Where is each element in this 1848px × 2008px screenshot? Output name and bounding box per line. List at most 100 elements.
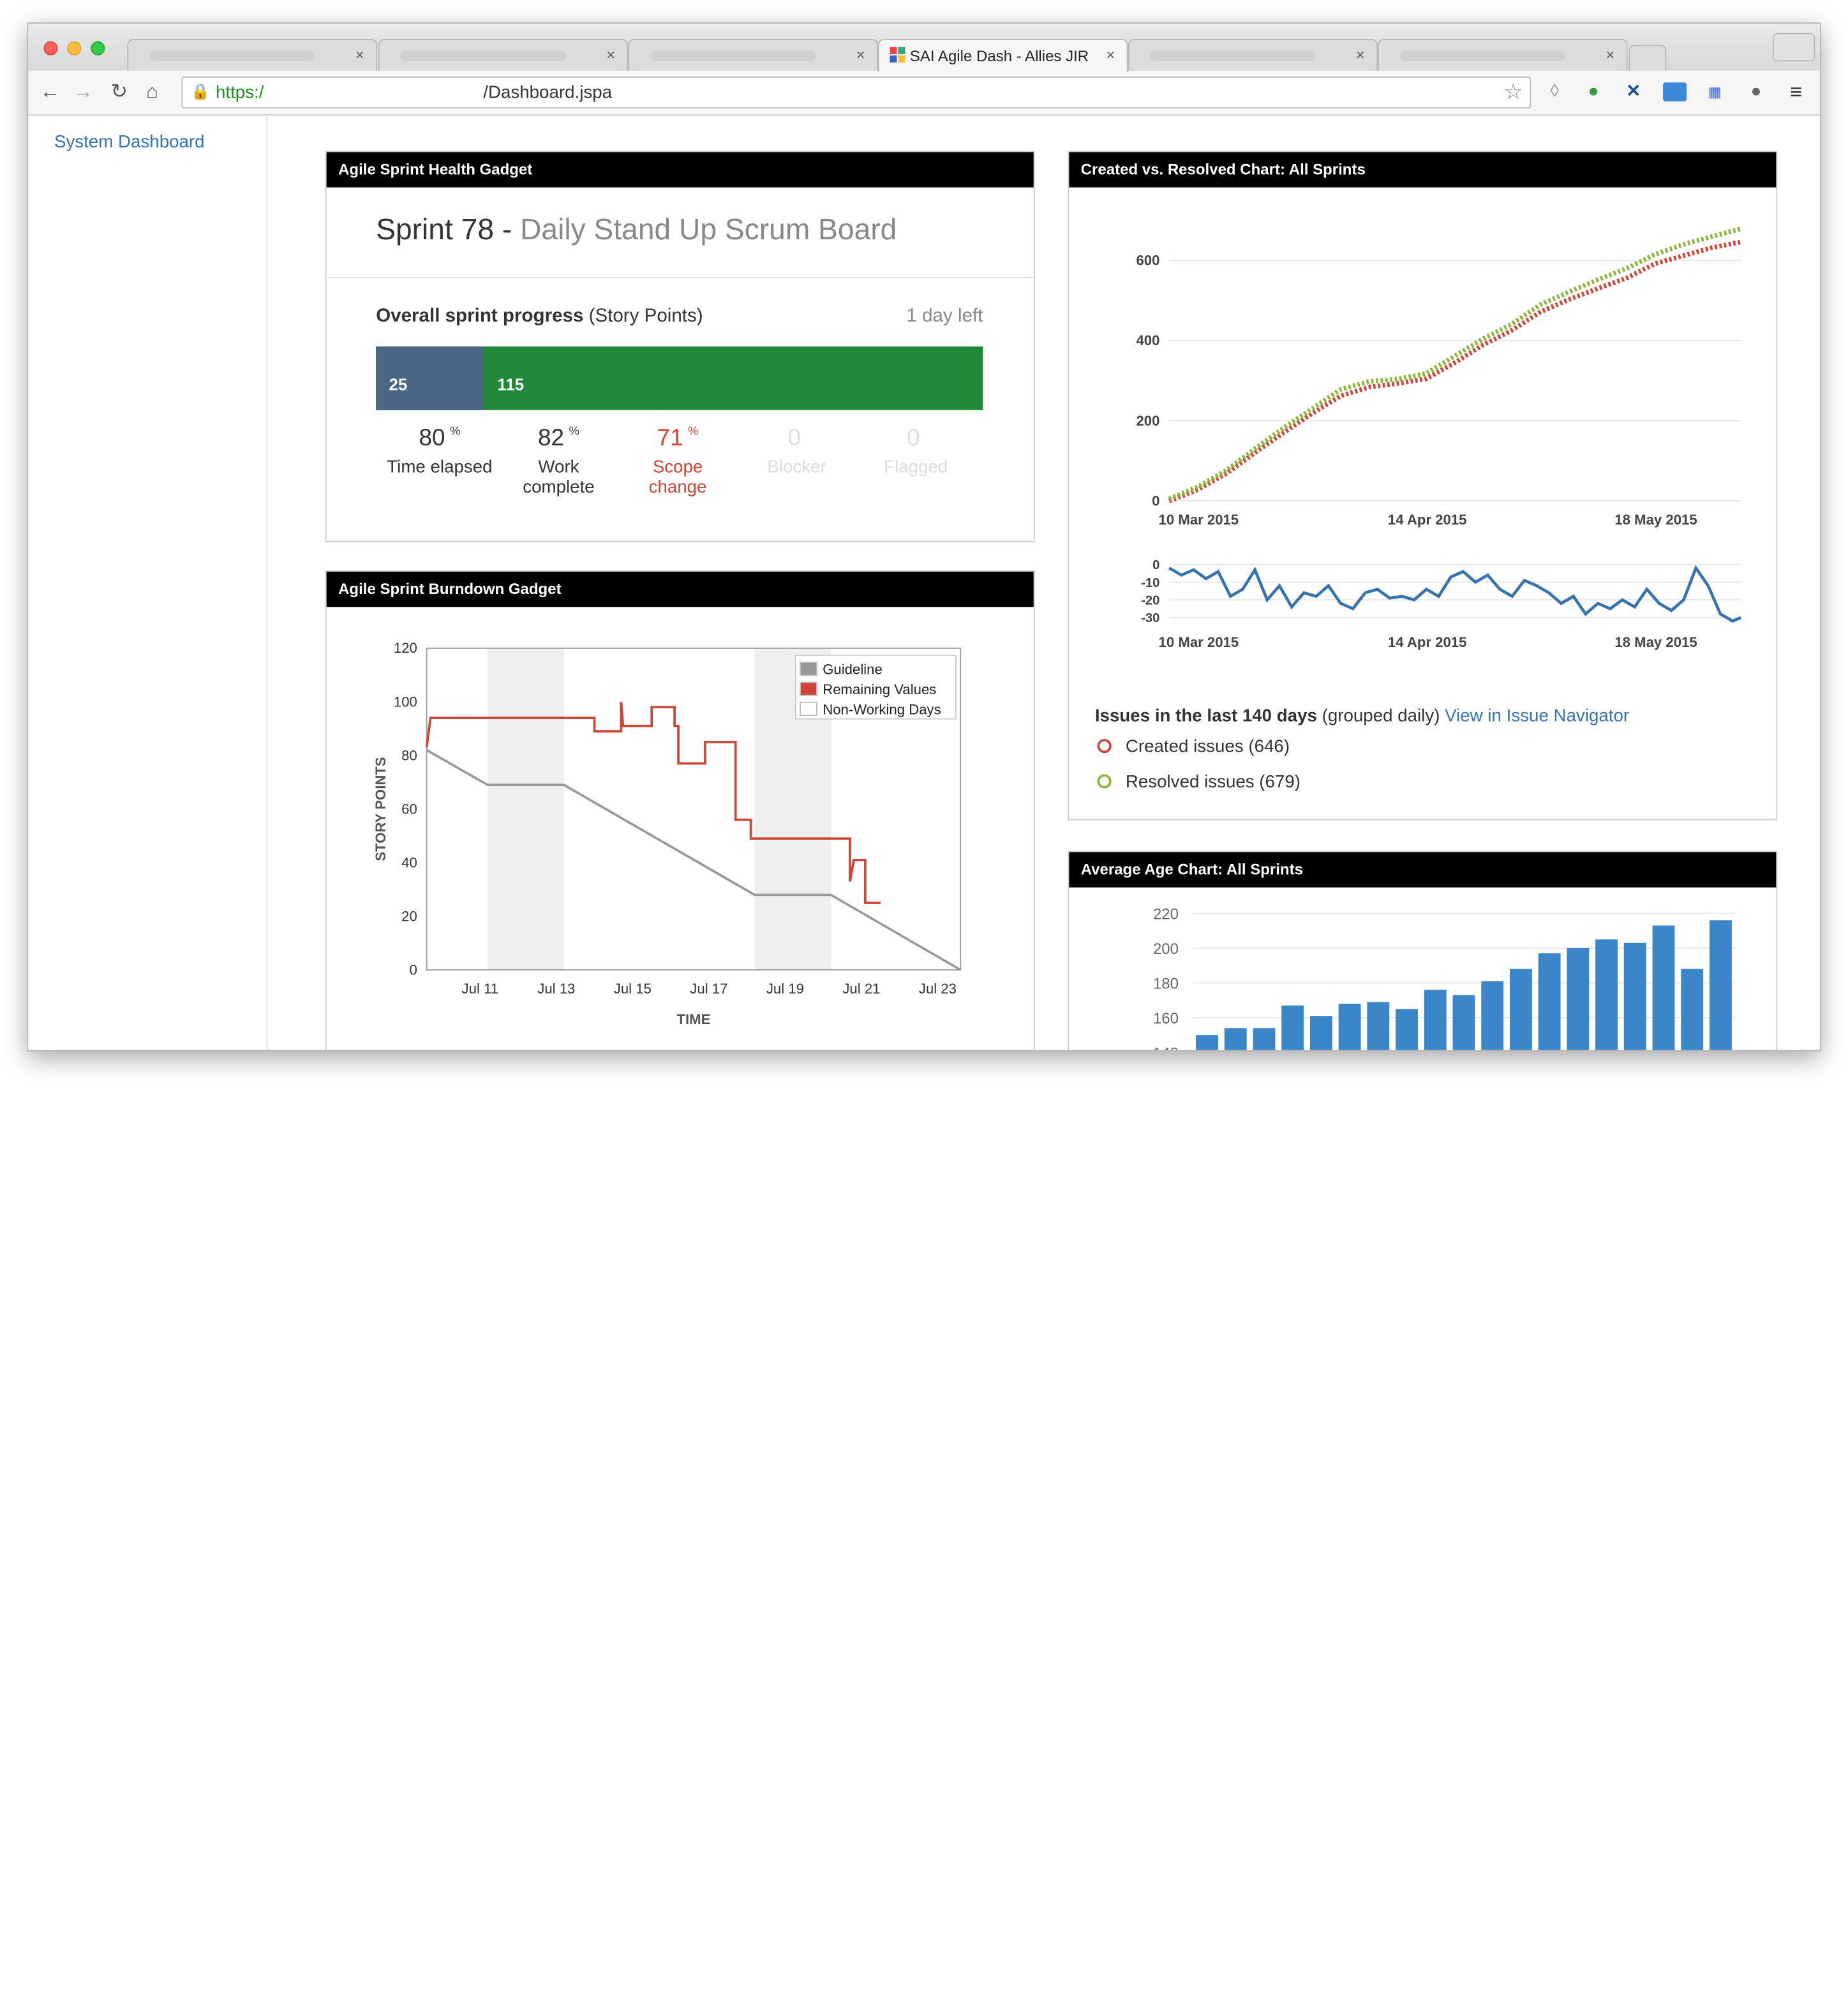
browser-tab-1[interactable]: × [127,38,378,72]
x-tick-label: 18 May 2015 [1614,634,1697,650]
difference-chart: 0 -10 -20 -3010 Mar 2015 14 Apr 2015 18 May 2… [1141,558,1741,650]
jira-favicon-icon [890,47,905,63]
y-tick-label: 40 [401,854,417,870]
age-bar [1281,1005,1304,1050]
stat-label: Blocker [767,457,826,478]
evernote-extension-icon[interactable]: ● [1582,80,1606,104]
age-bar [1538,953,1561,1050]
blurred-tab-title [1400,50,1565,62]
profile-button[interactable] [1772,33,1815,62]
screen-extension-icon[interactable] [1663,82,1687,101]
active-tab-title: SAI Agile Dash - Allies JIRA [909,47,1089,65]
issue-navigator-link[interactable]: View in Issue Navigator [1445,706,1629,725]
x-tick-label: Jul 13 [537,981,575,997]
browser-tab-3[interactable]: × [628,38,879,72]
tab-close-icon[interactable]: × [1106,46,1115,64]
age-bar [1681,969,1704,1050]
sprint-progress-bar: 25 115 [376,346,983,410]
y-tick-label: 20 [401,908,417,924]
y-tick-label: 140 [1153,1045,1179,1052]
browser-tab-2[interactable]: × [378,38,629,72]
y-tick-label: 180 [1153,976,1179,993]
resolved-legend: Resolved issues (679) [1097,771,1300,792]
age-bar [1396,1009,1418,1050]
gadget-header: Average Age Chart: All Sprints [1069,852,1777,888]
y-tick-label: 0 [1152,558,1159,572]
age-bar [1709,920,1732,1050]
browser-toolbar: ← → ↻ ⌂ 🔒 https:/ /Dashboard.jspa ☆ ◊ ● … [28,70,1820,116]
y-tick-label: 160 [1153,1010,1179,1027]
average-age-gadget: Average Age Chart: All Sprints 140 160 180… [1068,851,1778,1052]
back-arrow-icon[interactable]: ← [40,80,60,104]
y-tick-label: -20 [1141,594,1159,608]
home-icon[interactable]: ⌂ [146,80,158,104]
age-bar [1309,1016,1332,1050]
minimize-window-button[interactable] [67,41,82,56]
created-series [1168,239,1741,503]
calendar-extension-icon[interactable]: ▦ [1703,80,1727,104]
legend-label: Non-Working Days [823,701,941,717]
forward-arrow-icon[interactable]: → [73,80,93,104]
jira-extension-icon[interactable]: ✕ [1621,80,1645,104]
bookmark-star-icon[interactable]: ☆ [1504,80,1523,105]
created-resolved-chart: 0 200 400 600 10 Mar 2015 14 Apr 2015 18 May 2… [1136,227,1741,528]
blurred-tab-title [149,50,315,62]
stat-value: 71 [657,425,683,452]
average-age-chart: 140 160 180 200 220 [1153,906,1735,1052]
menu-icon[interactable]: ≡ [1784,80,1808,104]
system-dashboard-link[interactable]: System Dashboard [54,132,205,152]
browser-tab-6[interactable]: × [1378,38,1628,72]
remaining-points: 115 [497,375,525,394]
tab-close-icon[interactable]: × [1356,46,1365,64]
difference-series [1168,565,1741,623]
x-tick-label: Jul 17 [690,981,727,997]
age-bar [1567,948,1590,1050]
age-bar [1509,969,1532,1050]
x-tick-label: 10 Mar 2015 [1159,634,1239,650]
board-name: Daily Stand Up Scrum Board [520,213,897,247]
y-tick-label: 220 [1153,906,1179,923]
stat-label-2: change [648,477,707,498]
x-tick-label: Jul 23 [919,981,957,997]
y-axis-label: STORY POINTS [373,757,389,861]
close-window-button[interactable] [43,41,58,56]
url-path: /Dashboard.jspa [483,82,613,103]
tab-close-icon[interactable]: × [1606,46,1614,64]
blurred-tab-title [400,50,566,62]
tab-close-icon[interactable]: × [856,46,865,64]
globe-extension-icon[interactable]: ● [1745,80,1768,104]
age-bar [1452,995,1475,1050]
browser-tab-5[interactable]: × [1128,38,1378,72]
age-bar [1652,925,1675,1050]
new-tab-button[interactable] [1628,45,1667,71]
address-bar[interactable]: 🔒 https:/ /Dashboard.jspa ☆ [181,77,1531,108]
legend-swatch [800,701,817,717]
zoom-window-button[interactable] [91,41,105,56]
reload-icon[interactable]: ↻ [111,80,128,104]
done-points: 25 [389,375,408,394]
x-tick-label: 10 Mar 2015 [1159,512,1239,528]
stat-scope: 71% Scope change [619,426,737,498]
y-tick-label: 200 [1136,413,1159,429]
sprint-health-gadget: Agile Sprint Health Gadget Sprint 78 - D… [325,151,1035,542]
y-tick-label: -30 [1141,611,1159,625]
gadget-header: Agile Sprint Burndown Gadget [326,571,1034,607]
progress-label-rest: (Story Points) [588,306,703,327]
tab-close-icon[interactable]: × [355,46,364,64]
resolved-ring-icon [1097,774,1112,789]
app-root: × × × SAI Agile Dash - Allies JIRA × × ×… [0,0,1848,2008]
x-tick-label: Jul 21 [842,981,880,997]
resolved-legend-label: Resolved issues (679) [1125,771,1300,792]
sidebar: System Dashboard [28,115,268,1050]
y-tick-label: 200 [1153,941,1179,958]
legend-swatch [800,681,817,696]
legend-label: Remaining Values [823,681,936,697]
blurred-tab-title [650,50,816,62]
shield-extension-icon[interactable]: ◊ [1543,80,1567,104]
browser-tab-active[interactable]: SAI Agile Dash - Allies JIRA × [878,38,1128,72]
stat-percent: % [569,425,579,439]
tab-close-icon[interactable]: × [606,46,615,64]
y-tick-label: 80 [401,747,417,763]
created-legend-label: Created issues (646) [1125,736,1290,757]
stat-label: Time elapsed [387,457,493,478]
